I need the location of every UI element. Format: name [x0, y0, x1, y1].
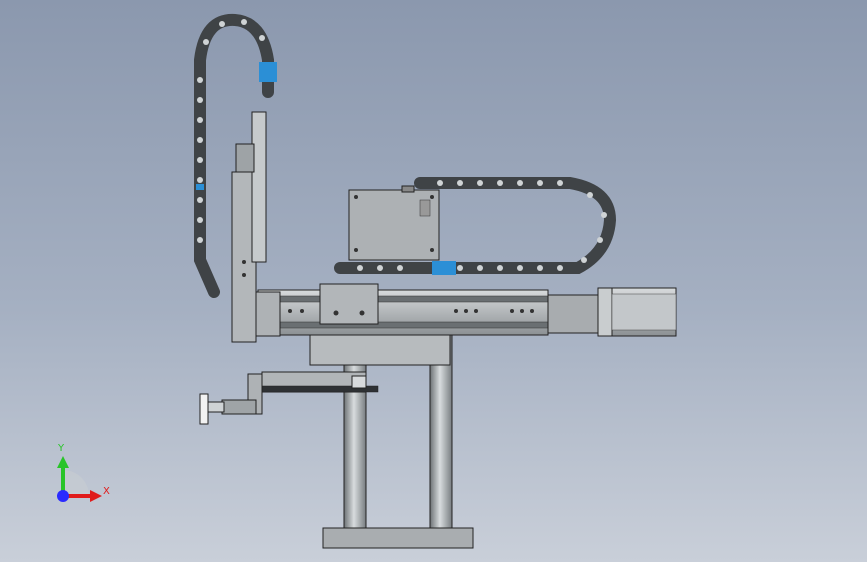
carriage-housing: [348, 185, 440, 261]
graphics-viewport[interactable]: Y X: [0, 0, 867, 562]
servo-motor: [547, 287, 677, 337]
y-axis-label: Y: [58, 443, 65, 454]
carriage-plate: [319, 283, 379, 325]
x-axis-label: X: [103, 486, 110, 497]
vertical-chain-accent-small: [196, 184, 204, 190]
z-axis-dot: [57, 490, 69, 502]
vertical-chain-accent-link: [259, 62, 277, 82]
robot-arm-model[interactable]: [0, 0, 867, 562]
coordinate-triad: Y X: [40, 438, 130, 518]
chain-accent-link: [432, 261, 456, 275]
vertical-z-column: [231, 111, 281, 343]
triad-graphic: [57, 456, 102, 502]
base-plate: [322, 527, 474, 549]
column-mount-block: [309, 334, 451, 366]
